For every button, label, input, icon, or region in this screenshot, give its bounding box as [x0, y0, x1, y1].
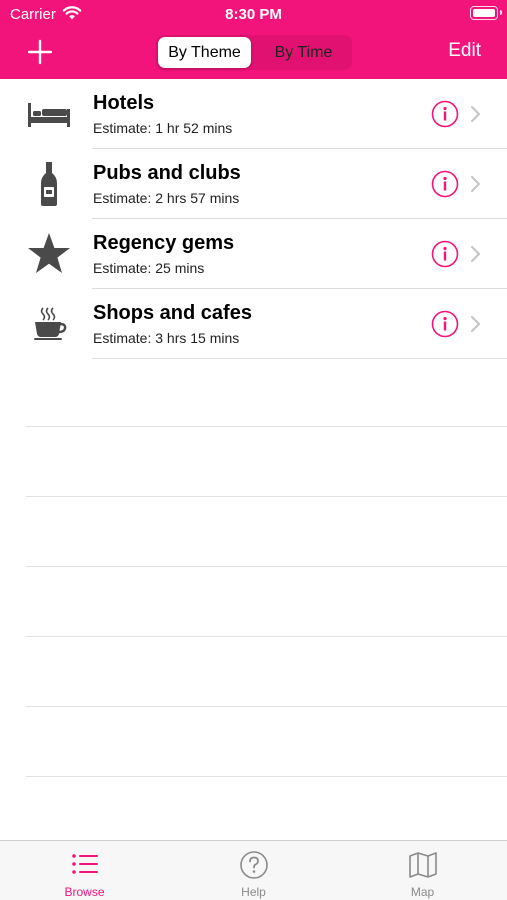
- segment-by-time[interactable]: By Time: [257, 37, 350, 68]
- question-circle-icon: [239, 851, 268, 879]
- status-bar: Carrier 8:30 PM: [0, 0, 507, 28]
- segmented-control: By Theme By Time: [156, 35, 352, 70]
- map-icon: [408, 852, 437, 878]
- tab-label: Map: [410, 885, 435, 899]
- list-item[interactable]: Pubs and clubs Estimate: 2 hrs 57 mins: [0, 149, 507, 219]
- empty-row-separator: [26, 426, 507, 427]
- navigation-bar: By Theme By Time Edit: [0, 28, 507, 79]
- empty-row-separator: [26, 566, 507, 567]
- list-icon: [71, 854, 98, 874]
- empty-row-separator: [26, 776, 507, 777]
- theme-list: Hotels Estimate: 1 hr 52 mins Pubs and c…: [0, 79, 507, 359]
- chevron-right-icon: [471, 246, 480, 262]
- header: Carrier 8:30 PM By Theme By Time Edit: [0, 0, 507, 79]
- battery-icon: [470, 6, 502, 20]
- tab-help[interactable]: Help: [169, 841, 338, 900]
- row-separator: [92, 358, 507, 359]
- bottle-icon: [26, 161, 72, 207]
- item-estimate: Estimate: 1 hr 52 mins: [93, 120, 233, 136]
- chevron-right-icon: [471, 176, 480, 192]
- item-title: Hotels: [93, 92, 155, 114]
- item-title: Regency gems: [93, 232, 235, 254]
- empty-row-separator: [26, 636, 507, 637]
- info-icon[interactable]: [431, 170, 459, 198]
- edit-button[interactable]: Edit: [448, 40, 481, 62]
- list-item[interactable]: Shops and cafes Estimate: 3 hrs 15 mins: [0, 289, 507, 359]
- tab-browse[interactable]: Browse: [0, 841, 169, 900]
- tab-label: Browse: [64, 885, 105, 899]
- tab-bar: Browse Help Map: [0, 840, 507, 900]
- plus-icon[interactable]: [22, 34, 58, 70]
- empty-row-separator: [26, 496, 507, 497]
- bed-icon: [26, 91, 72, 137]
- chevron-right-icon: [471, 106, 480, 122]
- info-icon[interactable]: [431, 240, 459, 268]
- list-item[interactable]: Regency gems Estimate: 25 mins: [0, 219, 507, 289]
- item-title: Pubs and clubs: [93, 162, 241, 184]
- item-estimate: Estimate: 2 hrs 57 mins: [93, 190, 240, 206]
- info-icon[interactable]: [431, 100, 459, 128]
- chevron-right-icon: [471, 316, 480, 332]
- status-time: 8:30 PM: [225, 6, 282, 23]
- item-title: Shops and cafes: [93, 302, 252, 324]
- info-icon[interactable]: [431, 310, 459, 338]
- tab-map[interactable]: Map: [338, 841, 507, 900]
- list-item[interactable]: Hotels Estimate: 1 hr 52 mins: [0, 79, 507, 149]
- item-estimate: Estimate: 25 mins: [93, 260, 205, 276]
- tab-label: Help: [241, 885, 266, 899]
- empty-row-separator: [26, 706, 507, 707]
- item-estimate: Estimate: 3 hrs 15 mins: [93, 330, 240, 346]
- star-icon: [26, 231, 72, 277]
- segment-by-theme[interactable]: By Theme: [158, 37, 251, 68]
- coffee-cup-icon: [26, 301, 72, 347]
